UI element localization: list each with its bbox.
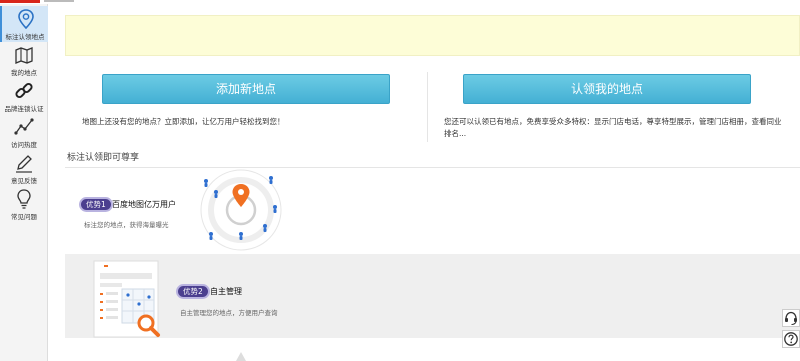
notice-bar bbox=[65, 15, 800, 56]
sidebar-item-label: 意见反馈 bbox=[11, 177, 37, 185]
top-strip bbox=[0, 0, 800, 4]
sidebar-item-label: 常见问题 bbox=[11, 213, 37, 221]
section-divider bbox=[65, 167, 800, 168]
advantage-2-description: 自主管理您的地点，方便用户查询 bbox=[180, 309, 278, 317]
user-reach-illustration bbox=[200, 169, 282, 251]
sidebar-item-label: 品牌连锁认证 bbox=[4, 105, 44, 113]
add-place-description: 地图上还没有您的地点？立即添加，让亿万用户轻松找到您！ bbox=[82, 117, 285, 126]
advantage-1-description: 标注您的地点，获得海量曝光 bbox=[84, 221, 169, 229]
brand-logo bbox=[0, 0, 40, 3]
lightbulb-icon bbox=[17, 189, 31, 209]
claim-place-description: 您还可以认领已有地点，免费享受众多特权：显示门店电话，尊享特型展示，管理门店相册… bbox=[444, 117, 782, 138]
claim-my-place-button[interactable]: 认领我的地点 bbox=[463, 74, 751, 104]
timeline-arrow bbox=[236, 352, 246, 361]
sidebar-item-faq[interactable]: 常见问题 bbox=[0, 186, 48, 222]
line-chart-icon bbox=[14, 118, 34, 135]
advantage-1-badge: 优势1 bbox=[79, 197, 113, 212]
sidebar: 标注认领地点 我的地点 品牌连锁认证 访问热度 意见反馈 常见问题 bbox=[0, 4, 48, 361]
add-new-place-button[interactable]: 添加新地点 bbox=[102, 74, 390, 104]
advantage-2-badge: 优势2 bbox=[176, 284, 210, 299]
headset-icon[interactable] bbox=[782, 309, 800, 327]
sidebar-item-label: 标注认领地点 bbox=[5, 33, 45, 41]
sidebar-item-label: 访问热度 bbox=[11, 141, 37, 149]
help-icon[interactable] bbox=[782, 330, 800, 348]
sidebar-item-feedback[interactable]: 意见反馈 bbox=[0, 150, 48, 186]
section-title: 标注认领即可尊享 bbox=[67, 153, 140, 163]
column-divider bbox=[427, 72, 428, 142]
brand-logo-text bbox=[44, 0, 74, 2]
map-icon bbox=[15, 47, 33, 64]
sidebar-item-mark-claim[interactable]: 标注认领地点 bbox=[0, 6, 48, 42]
map-pin-icon bbox=[18, 9, 34, 30]
advantage-2-panel bbox=[65, 254, 800, 338]
link-icon bbox=[15, 82, 33, 99]
sidebar-item-my-places[interactable]: 我的地点 bbox=[0, 42, 48, 78]
sidebar-item-brand-chain[interactable]: 品牌连锁认证 bbox=[0, 78, 48, 114]
self-management-illustration bbox=[93, 260, 160, 338]
sidebar-item-visit-heat[interactable]: 访问热度 bbox=[0, 114, 48, 150]
advantage-2-title: 自主管理 bbox=[210, 287, 242, 296]
advantage-1-title: 百度地图亿万用户 bbox=[112, 200, 176, 209]
pencil-icon bbox=[16, 155, 32, 173]
sidebar-item-label: 我的地点 bbox=[11, 69, 37, 77]
